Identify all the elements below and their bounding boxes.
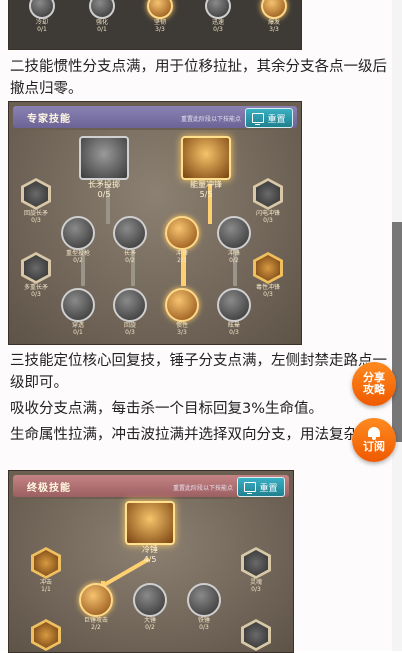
- skill-node[interactable]: 重型投枪 0/2: [61, 216, 95, 264]
- article-content: 冷却 0/1 强化 0/1 坚韧 3/3 迅速 0/3 爆发 3/3 二技能惯性…: [0, 0, 392, 653]
- panel-header: 终极技能 重置此阶段以下技能点 重置: [13, 475, 289, 497]
- share-guide-button[interactable]: 分享 攻略: [352, 362, 396, 406]
- tv-icon: [244, 482, 257, 494]
- skill-node[interactable]: 冲锋 0/2: [217, 216, 251, 264]
- skill-node-side[interactable]: 回旋长矛 0/3: [21, 178, 51, 224]
- skill-node-side[interactable]: 灵魂 0/3: [241, 547, 271, 593]
- skill-node-side[interactable]: [241, 619, 271, 651]
- subscribe-button[interactable]: 订阅: [352, 418, 396, 462]
- skill-node[interactable]: 冲锋 2/2: [165, 216, 199, 264]
- panel-hint: 重置此阶段以下技能点: [180, 116, 241, 123]
- reset-button[interactable]: 重置: [245, 108, 293, 128]
- skill-node[interactable]: 巨锤攻击 2/2: [79, 583, 113, 631]
- skill-node-main[interactable]: 能量冲锋 5/5: [181, 136, 231, 200]
- expert-skill-tree-screenshot: 专家技能 重置此阶段以下技能点 重置 长矛投掷 0/5 能量冲锋 5/5 回旋长…: [8, 101, 302, 345]
- paragraph: 生命属性拉满，冲击波拉满并选择双向分支，用法复杂。: [10, 427, 373, 443]
- panel-hint: 重置此阶段以下技能点: [172, 485, 233, 492]
- skill-node-side[interactable]: 冲击 1/1: [31, 547, 61, 593]
- skill-node-side[interactable]: 毒性冲锋 0/3: [253, 252, 283, 298]
- tv-icon: [252, 113, 265, 125]
- paragraph: 吸收分支点满，每击杀一个目标回复3%生命值。: [10, 401, 324, 417]
- skill-node: 爆发 3/3: [261, 0, 287, 33]
- skill-tree-screenshot-top: 冷却 0/1 强化 0/1 坚韧 3/3 迅速 0/3 爆发 3/3: [8, 0, 302, 50]
- skill-node-side[interactable]: [31, 619, 61, 651]
- skill-node: 冷却 0/1: [29, 0, 55, 33]
- skill-node[interactable]: 铁锤 0/3: [187, 583, 221, 631]
- skill-node: 强化 0/1: [89, 0, 115, 33]
- panel-title: 专家技能: [27, 113, 71, 125]
- scrollbar-thumb[interactable]: [392, 222, 402, 442]
- panel-header: 专家技能 重置此阶段以下技能点 重置: [13, 106, 297, 128]
- paragraph: 三技能定位核心回复技，锤子分支点满，左侧封禁走路点一级即可。: [10, 353, 387, 391]
- bell-icon: [367, 427, 381, 440]
- skill-node: 迅速 0/3: [205, 0, 231, 33]
- skill-node[interactable]: 眩晕 0/3: [217, 288, 251, 336]
- reset-button[interactable]: 重置: [237, 477, 285, 497]
- skill-node[interactable]: 穿透 0/1: [61, 288, 95, 336]
- skill-node[interactable]: 惯性 3/3: [165, 288, 199, 336]
- ultimate-skill-tree-screenshot: 终极技能 重置此阶段以下技能点 重置 冷锤 4/5 冲击 1/1 灵魂 0/3: [8, 470, 294, 653]
- skill-node-side[interactable]: 多重长矛 0/3: [21, 252, 51, 298]
- panel-title: 终极技能: [27, 482, 71, 494]
- skill-node-main[interactable]: 冷锤 4/5: [125, 501, 175, 565]
- skill-node[interactable]: 长矛 0/2: [113, 216, 147, 264]
- skill-node-side[interactable]: 闪电冲锋 0/3: [253, 178, 283, 224]
- skill-node[interactable]: 回旋 0/3: [113, 288, 147, 336]
- paragraph: 二技能惯性分支点满，用于位移拉扯，其余分支各点一级后撤点归零。: [10, 59, 387, 97]
- skill-node[interactable]: 大锤 0/2: [133, 583, 167, 631]
- skill-node-main[interactable]: 长矛投掷 0/5: [79, 136, 129, 200]
- skill-node: 坚韧 3/3: [147, 0, 173, 33]
